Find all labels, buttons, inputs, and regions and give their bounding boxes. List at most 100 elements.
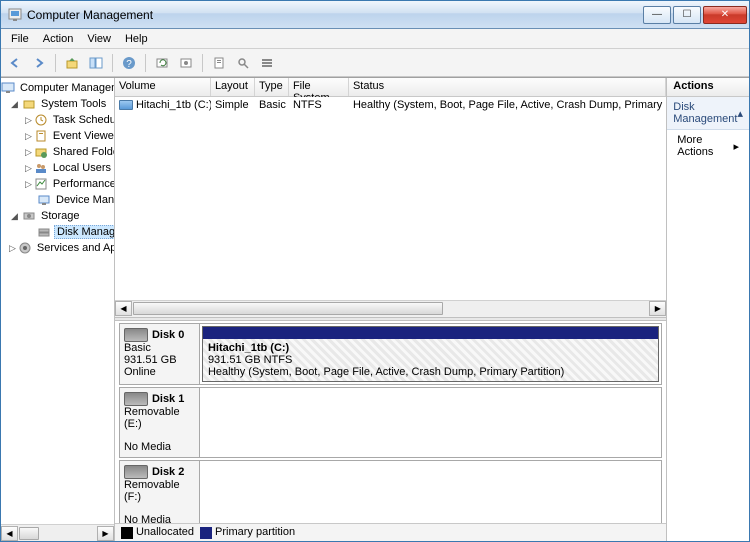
col-layout[interactable]: Layout bbox=[211, 78, 255, 96]
window-buttons: — ☐ ✕ bbox=[643, 6, 747, 24]
disk-icon bbox=[124, 392, 148, 406]
performance-icon bbox=[34, 177, 48, 191]
scroll-right-button[interactable]: ▶ bbox=[97, 526, 114, 541]
up-button[interactable] bbox=[62, 53, 82, 73]
unallocated-color-icon bbox=[121, 527, 133, 539]
partition-area-empty bbox=[200, 461, 661, 524]
minimize-button[interactable]: — bbox=[643, 6, 671, 24]
center-panel: Volume Layout Type File System Status Hi… bbox=[115, 78, 667, 541]
disk-icon bbox=[124, 465, 148, 479]
menu-view[interactable]: View bbox=[81, 31, 117, 47]
storage-icon bbox=[22, 209, 36, 223]
list-view-button[interactable] bbox=[257, 53, 277, 73]
expand-icon[interactable]: ▷ bbox=[25, 163, 32, 174]
find-button[interactable] bbox=[233, 53, 253, 73]
refresh-button[interactable] bbox=[152, 53, 172, 73]
actions-section[interactable]: Disk Management ▴ bbox=[667, 97, 749, 130]
expand-icon[interactable]: ▷ bbox=[25, 179, 32, 190]
menu-action[interactable]: Action bbox=[37, 31, 80, 47]
toolbar-separator bbox=[112, 54, 113, 72]
list-horizontal-scrollbar[interactable]: ◀ ▶ bbox=[115, 300, 666, 317]
help-button[interactable]: ? bbox=[119, 53, 139, 73]
window-title: Computer Management bbox=[27, 8, 643, 22]
tree-event-viewer[interactable]: ▷Event Viewer bbox=[1, 128, 114, 144]
collapse-icon[interactable]: ◢ bbox=[9, 99, 20, 110]
disk-info: Disk 2 Removable (F:) No Media bbox=[120, 461, 200, 524]
scroll-left-button[interactable]: ◀ bbox=[115, 301, 132, 316]
event-icon bbox=[34, 129, 48, 143]
tree-shared-folders[interactable]: ▷Shared Folders bbox=[1, 144, 114, 160]
disk-info: Disk 1 Removable (E:) No Media bbox=[120, 388, 200, 457]
col-volume[interactable]: Volume bbox=[115, 78, 211, 96]
disk-info: Disk 0 Basic 931.51 GB Online bbox=[120, 324, 200, 384]
navigation-tree: Computer Management (Local ◢System Tools… bbox=[1, 78, 115, 541]
scroll-track[interactable] bbox=[132, 301, 649, 316]
tree-system-tools[interactable]: ◢System Tools bbox=[1, 96, 114, 112]
scroll-left-button[interactable]: ◀ bbox=[1, 526, 18, 541]
scroll-track[interactable] bbox=[18, 526, 97, 541]
partition-header bbox=[203, 327, 658, 339]
disk-row-2[interactable]: Disk 2 Removable (F:) No Media bbox=[119, 460, 662, 524]
volume-layout-cell: Simple bbox=[211, 99, 255, 111]
svg-text:?: ? bbox=[126, 59, 132, 70]
toolbar-separator bbox=[55, 54, 56, 72]
tree-disk-management[interactable]: Disk Management bbox=[1, 224, 114, 240]
scroll-thumb[interactable] bbox=[133, 302, 443, 315]
partition-body: Hitachi_1tb (C:) 931.51 GB NTFS Healthy … bbox=[203, 339, 658, 381]
partition-c[interactable]: Hitachi_1tb (C:) 931.51 GB NTFS Healthy … bbox=[202, 326, 659, 382]
menu-bar: File Action View Help bbox=[1, 29, 749, 49]
disk-row-1[interactable]: Disk 1 Removable (E:) No Media bbox=[119, 387, 662, 458]
tree-body[interactable]: Computer Management (Local ◢System Tools… bbox=[1, 78, 114, 524]
scroll-right-button[interactable]: ▶ bbox=[649, 301, 666, 316]
app-window: Computer Management — ☐ ✕ File Action Vi… bbox=[0, 0, 750, 542]
col-fs[interactable]: File System bbox=[289, 78, 349, 96]
col-status[interactable]: Status bbox=[349, 78, 666, 96]
show-hide-tree-button[interactable] bbox=[86, 53, 106, 73]
legend-primary: Primary partition bbox=[200, 526, 295, 538]
disk-mgmt-icon bbox=[37, 225, 51, 239]
chevron-right-icon: ▸ bbox=[733, 140, 739, 153]
tree-services-apps[interactable]: ▷Services and Applications bbox=[1, 240, 114, 256]
computer-icon bbox=[1, 81, 15, 95]
tree-horizontal-scrollbar[interactable]: ◀ ▶ bbox=[1, 524, 114, 541]
close-button[interactable]: ✕ bbox=[703, 6, 747, 24]
volume-icon bbox=[119, 100, 133, 110]
col-type[interactable]: Type bbox=[255, 78, 289, 96]
volume-list[interactable]: Hitachi_1tb (C:) Simple Basic NTFS Healt… bbox=[115, 97, 666, 300]
title-bar[interactable]: Computer Management — ☐ ✕ bbox=[1, 1, 749, 29]
tree-performance[interactable]: ▷Performance bbox=[1, 176, 114, 192]
volume-row[interactable]: Hitachi_1tb (C:) Simple Basic NTFS Healt… bbox=[115, 97, 666, 113]
tree-device-manager[interactable]: Device Manager bbox=[1, 192, 114, 208]
collapse-arrow-icon: ▴ bbox=[737, 107, 743, 120]
menu-help[interactable]: Help bbox=[119, 31, 154, 47]
tree-task-scheduler[interactable]: ▷Task Scheduler bbox=[1, 112, 114, 128]
menu-file[interactable]: File bbox=[5, 31, 35, 47]
disk-icon bbox=[124, 328, 148, 342]
collapse-icon[interactable]: ◢ bbox=[9, 211, 20, 222]
expand-icon[interactable]: ▷ bbox=[25, 147, 32, 158]
expand-icon[interactable]: ▷ bbox=[9, 243, 16, 254]
content-area: Computer Management (Local ◢System Tools… bbox=[1, 77, 749, 541]
tree-root[interactable]: Computer Management (Local bbox=[1, 80, 114, 96]
disk-graphical-view[interactable]: Disk 0 Basic 931.51 GB Online Hitachi_1t… bbox=[115, 321, 666, 524]
device-icon bbox=[37, 193, 51, 207]
legend-bar: Unallocated Primary partition bbox=[115, 523, 666, 541]
partition-area: Hitachi_1tb (C:) 931.51 GB NTFS Healthy … bbox=[200, 324, 661, 384]
forward-button[interactable] bbox=[29, 53, 49, 73]
settings-button[interactable] bbox=[176, 53, 196, 73]
users-icon bbox=[34, 161, 48, 175]
tree-storage[interactable]: ◢Storage bbox=[1, 208, 114, 224]
properties-button[interactable] bbox=[209, 53, 229, 73]
scroll-thumb[interactable] bbox=[19, 527, 39, 540]
expand-icon[interactable]: ▷ bbox=[25, 115, 32, 126]
back-button[interactable] bbox=[5, 53, 25, 73]
action-more[interactable]: More Actions ▸ bbox=[667, 130, 749, 162]
volume-fs-cell: NTFS bbox=[289, 99, 349, 111]
tree-local-users[interactable]: ▷Local Users and Groups bbox=[1, 160, 114, 176]
toolbar-separator bbox=[145, 54, 146, 72]
maximize-button[interactable]: ☐ bbox=[673, 6, 701, 24]
disk-row-0[interactable]: Disk 0 Basic 931.51 GB Online Hitachi_1t… bbox=[119, 323, 662, 385]
primary-color-icon bbox=[200, 527, 212, 539]
expand-icon[interactable]: ▷ bbox=[25, 131, 32, 142]
volume-name-cell: Hitachi_1tb (C:) bbox=[115, 99, 211, 111]
